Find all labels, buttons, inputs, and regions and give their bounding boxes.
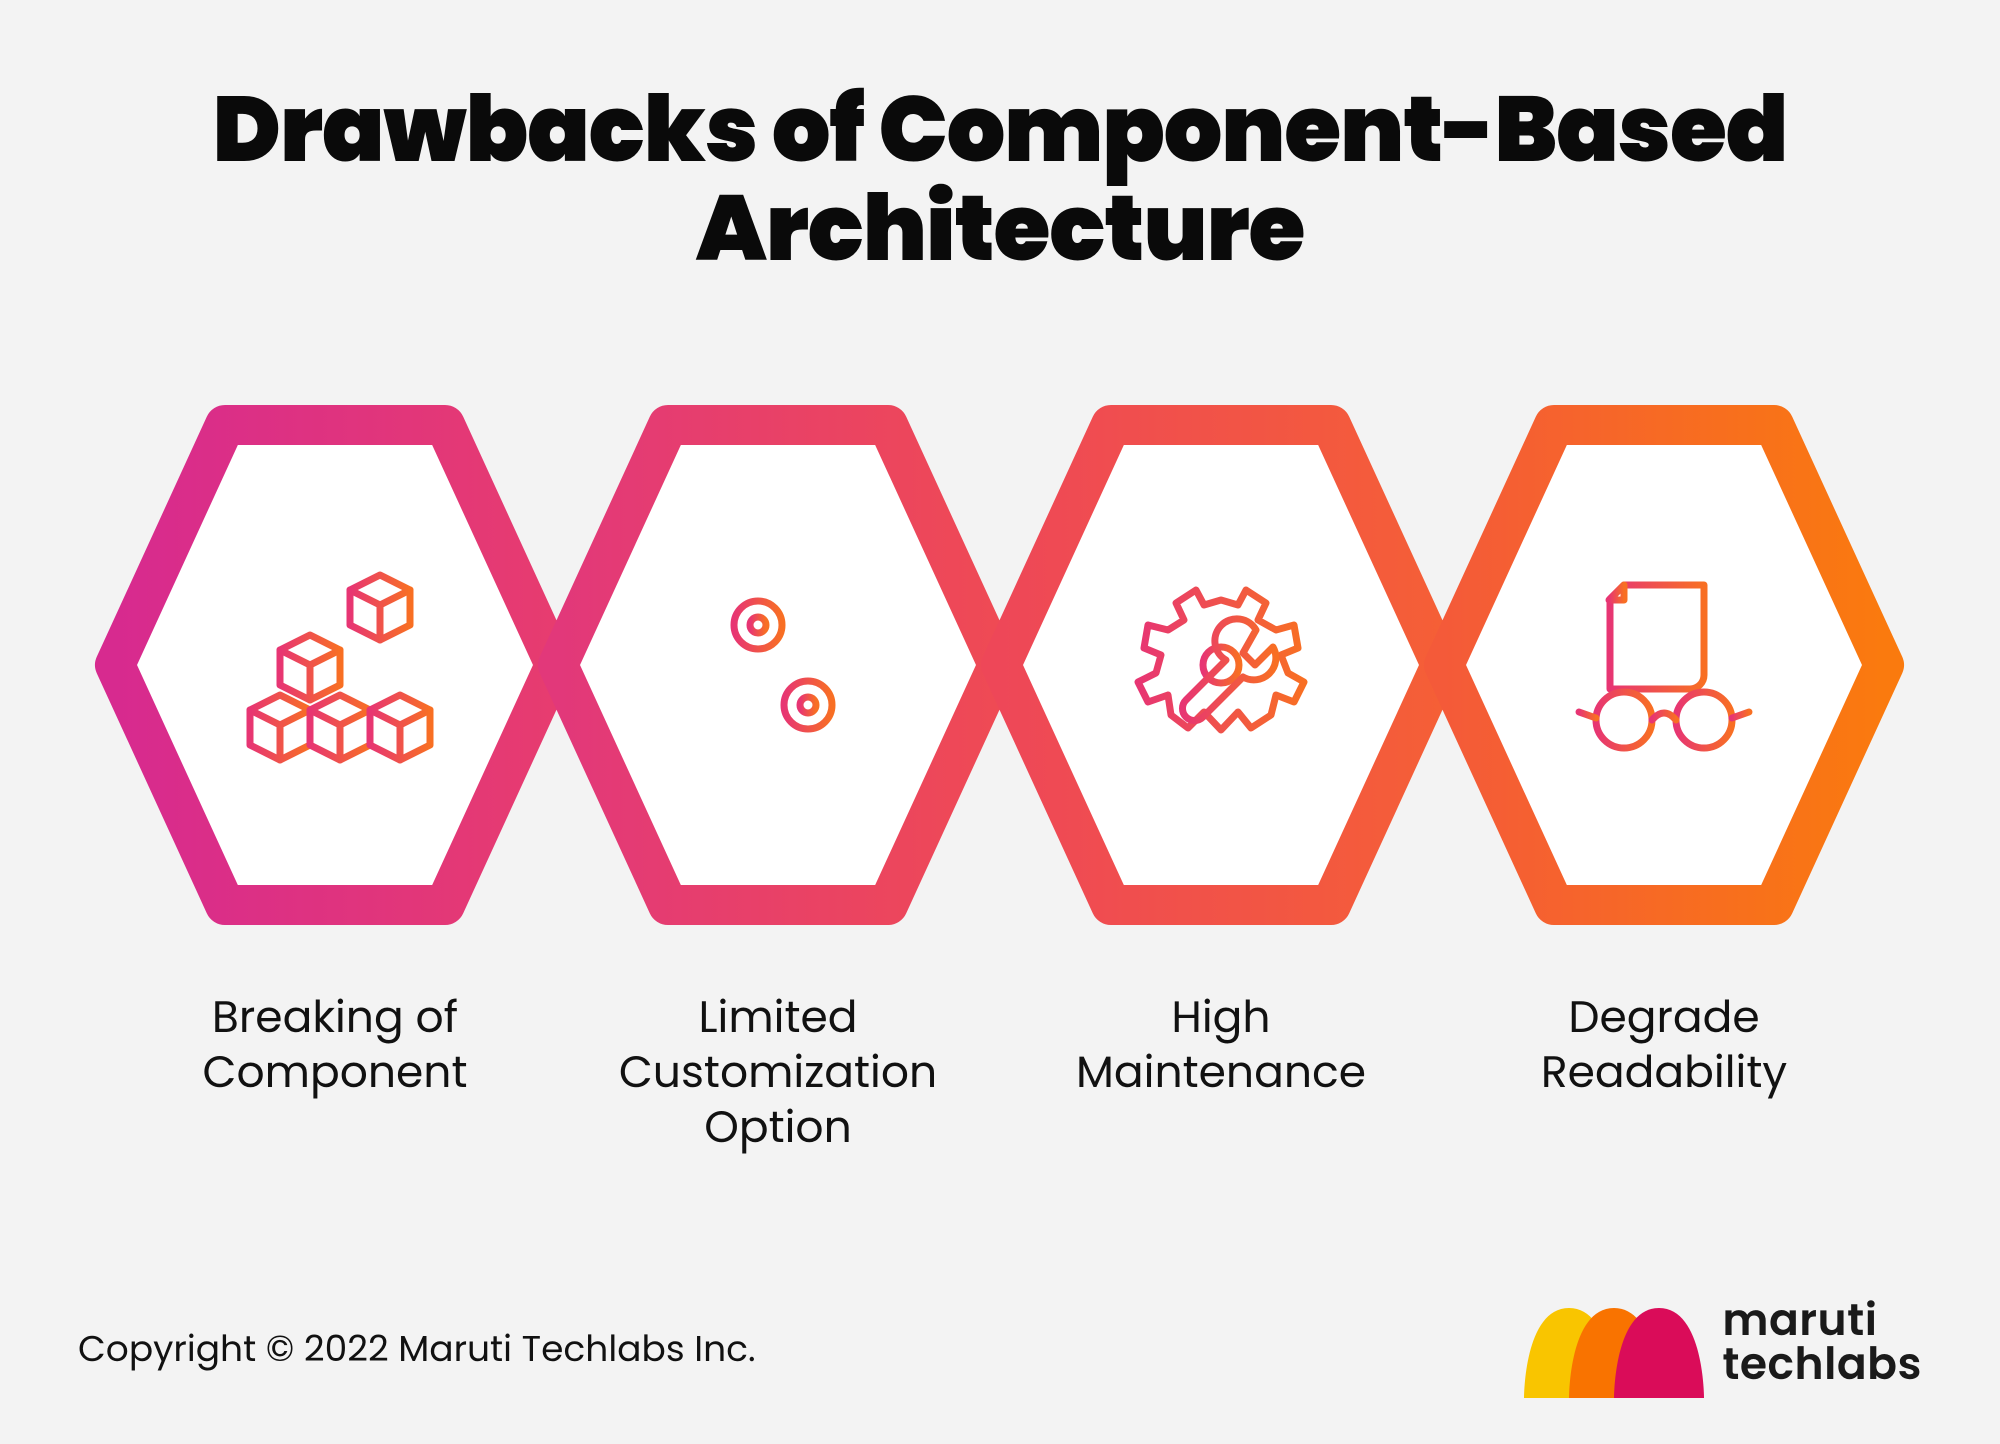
hex-label-2: HighMaintenance bbox=[981, 990, 1461, 1100]
hex-card-2 bbox=[981, 395, 1461, 935]
copyright-text: Copyright © 2022 Maruti Techlabs Inc. bbox=[78, 1321, 756, 1376]
sliders-icon bbox=[683, 570, 873, 760]
hex-label-0: Breaking ofComponent bbox=[95, 990, 575, 1100]
labels-row: Breaking ofComponentLimitedCustomization… bbox=[95, 990, 1905, 1190]
brand-logo-mark bbox=[1524, 1288, 1704, 1398]
page-title: Drawbacks of Component-Based Architectur… bbox=[0, 80, 2000, 279]
hex-card-0 bbox=[95, 395, 575, 935]
blocks-icon bbox=[240, 570, 430, 760]
brand-logo: maruti techlabs bbox=[1524, 1288, 1922, 1398]
gear-icon bbox=[1126, 570, 1316, 760]
brand-line-2: techlabs bbox=[1722, 1343, 1922, 1387]
hex-label-1: LimitedCustomizationOption bbox=[538, 990, 1018, 1155]
hex-row bbox=[95, 395, 1905, 935]
title-line-2: Architecture bbox=[696, 164, 1305, 293]
hex-card-3 bbox=[1424, 395, 1904, 935]
hex-label-3: DegradeReadability bbox=[1424, 990, 1904, 1100]
hex-card-1 bbox=[538, 395, 1018, 935]
study-icon bbox=[1569, 570, 1759, 760]
brand-logo-text: maruti techlabs bbox=[1722, 1299, 1922, 1387]
